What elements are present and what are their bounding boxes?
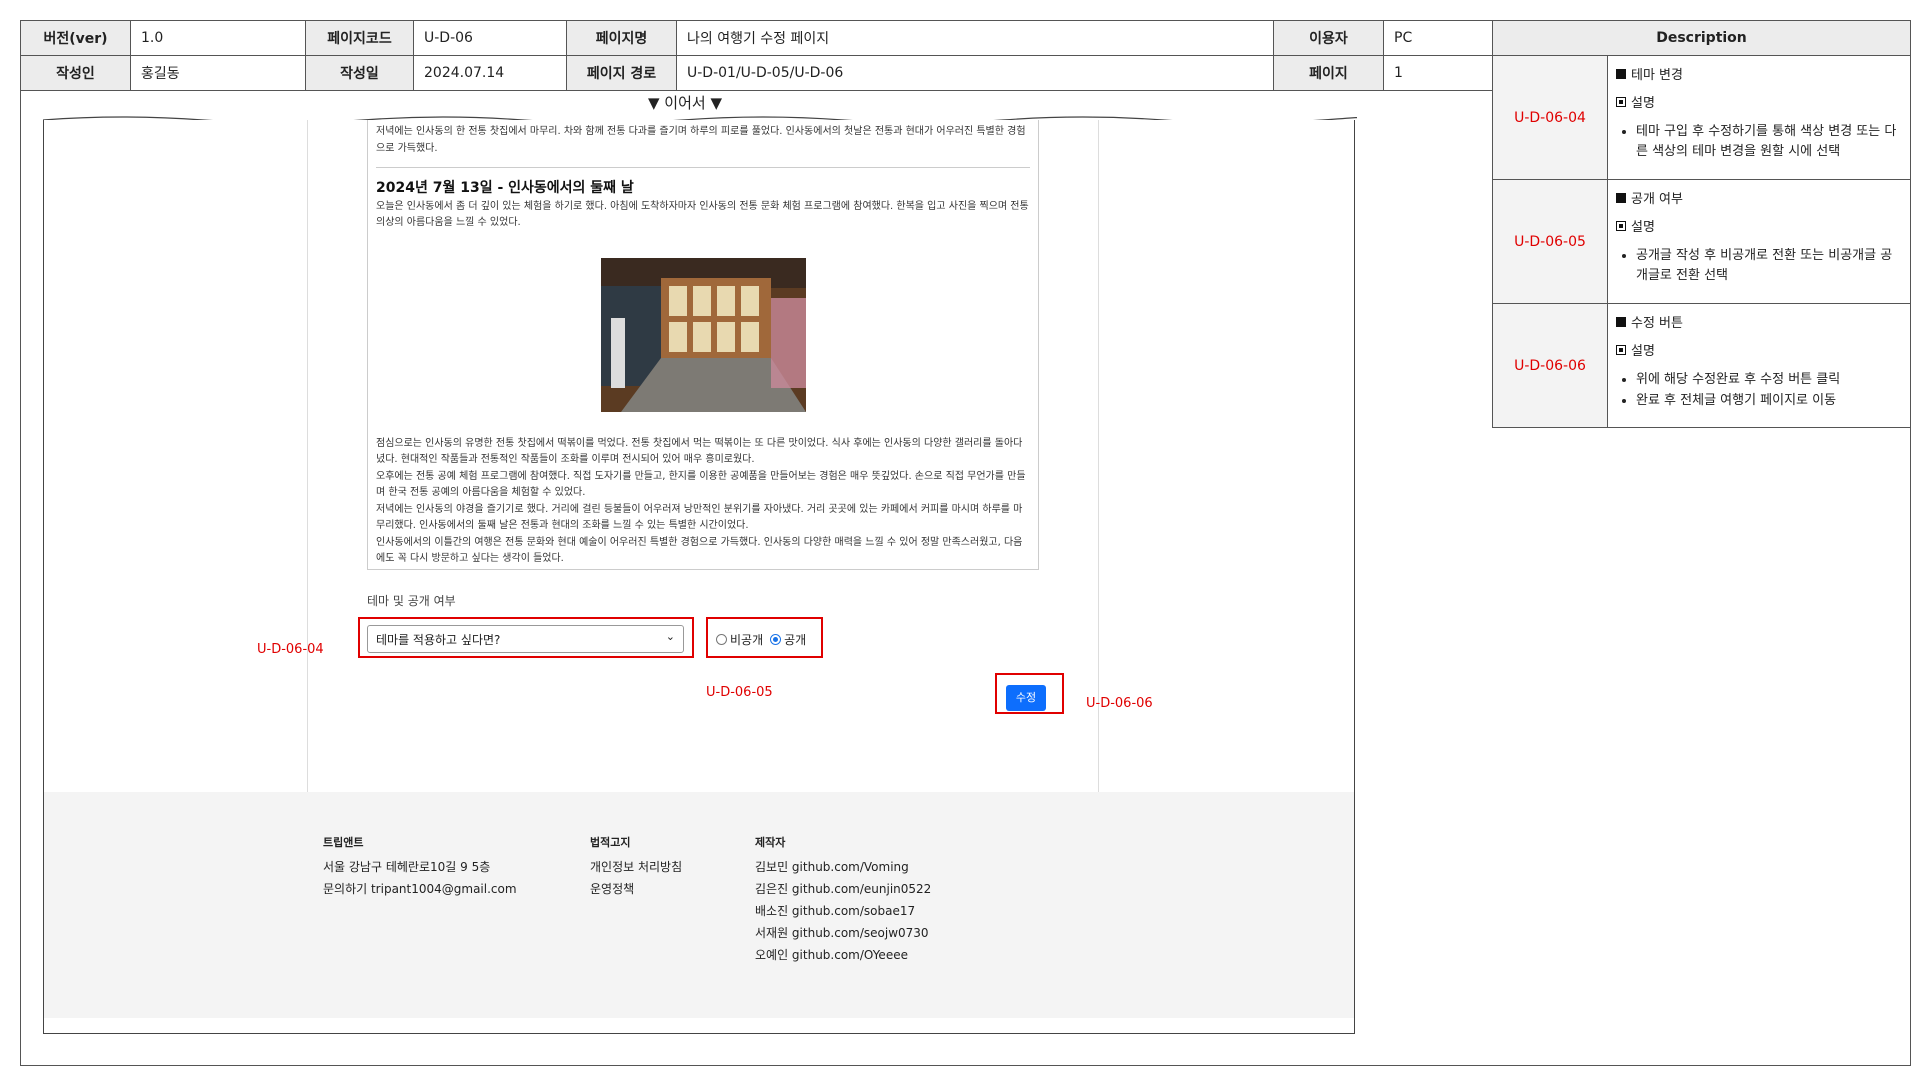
annotation-label-06: U-D-06-06 bbox=[1086, 696, 1153, 711]
insadong-photo bbox=[600, 257, 806, 412]
annotation-label-05: U-D-06-05 bbox=[706, 685, 773, 700]
footer-legal-title: 법적고지 bbox=[590, 836, 631, 849]
path-value: U-D-01/U-D-05/U-D-06 bbox=[676, 55, 1274, 91]
footer-address: 서울 강남구 테헤란로10길 9 5층 bbox=[323, 860, 491, 874]
footer-contact[interactable]: 문의하기 tripant1004@gmail.com bbox=[323, 878, 517, 900]
desc-id-06: U-D-06-06 bbox=[1492, 303, 1608, 428]
post-content: 저녁에는 인사동의 한 전통 찻집에서 마무리. 차와 함께 전통 다과를 즐기… bbox=[367, 120, 1039, 570]
maker-link[interactable]: 배소진 github.com/sobae17 bbox=[755, 900, 931, 922]
user-value: PC bbox=[1383, 20, 1493, 56]
checkbox-bullet-icon bbox=[1616, 97, 1626, 108]
maker-link[interactable]: 오예인 github.com/OYeeee bbox=[755, 944, 931, 966]
operation-policy-link[interactable]: 운영정책 bbox=[590, 878, 682, 900]
description-panel: Description U-D-06-04 테마 변경 설명 테마 구입 후 수… bbox=[1492, 20, 1911, 428]
footer-brand-title: 트립앤트 bbox=[323, 836, 364, 849]
footer-brand: 트립앤트 서울 강남구 테헤란로10길 9 5층 문의하기 tripant100… bbox=[323, 832, 517, 900]
desc-id-04: U-D-06-04 bbox=[1492, 55, 1608, 180]
day2-body: 오늘은 인사동에서 좀 더 깊이 있는 체험을 하기로 했다. 아침에 도착하자… bbox=[376, 200, 1029, 229]
page-screenshot: 저녁에는 인사동의 한 전통 찻집에서 마무리. 차와 함께 전통 다과를 즐기… bbox=[43, 120, 1355, 1034]
desc-heading: 테마 변경 bbox=[1631, 68, 1683, 83]
desc-bullet: 위에 해당 수정완료 후 수정 버튼 클릭 bbox=[1636, 370, 1902, 390]
page-code-key: 페이지코드 bbox=[305, 20, 414, 56]
desc-bullet: 테마 구입 후 수정하기를 통해 색상 변경 또는 다른 색상의 테마 변경을 … bbox=[1636, 122, 1902, 162]
page-code-value: U-D-06 bbox=[413, 20, 567, 56]
desc-bullet: 완료 후 전체글 여행기 페이지로 이동 bbox=[1636, 391, 1902, 411]
square-bullet-icon bbox=[1616, 193, 1626, 203]
maker-link[interactable]: 김은진 github.com/eunjin0522 bbox=[755, 878, 931, 900]
author-value: 홍길동 bbox=[130, 55, 306, 91]
desc-heading: 수정 버튼 bbox=[1631, 316, 1683, 331]
version-key: 버전(ver) bbox=[20, 20, 131, 56]
annotation-box-06 bbox=[995, 673, 1064, 714]
desc-sub: 설명 bbox=[1631, 344, 1655, 360]
user-key: 이용자 bbox=[1273, 20, 1384, 56]
desc-sub: 설명 bbox=[1631, 220, 1655, 236]
privacy-policy-link[interactable]: 개인정보 처리방침 bbox=[590, 856, 682, 878]
continue-marker: ▼ 이어서 ▼ bbox=[648, 94, 723, 112]
annotation-box-04 bbox=[358, 617, 694, 658]
paragraph: 오후에는 전통 공예 체험 프로그램에 참여했다. 직접 도자기를 만들고, 한… bbox=[376, 470, 1026, 499]
date-value: 2024.07.14 bbox=[413, 55, 567, 91]
footer-makers-title: 제작자 bbox=[755, 836, 786, 849]
desc-body-05: 공개 여부 설명 공개글 작성 후 비공개로 전환 또는 비공개글 공개글로 전… bbox=[1607, 179, 1911, 304]
desc-body-04: 테마 변경 설명 테마 구입 후 수정하기를 통해 색상 변경 또는 다른 색상… bbox=[1607, 55, 1911, 180]
spec-header-table: 버전(ver) 1.0 페이지코드 U-D-06 페이지명 나의 여행기 수정 … bbox=[20, 20, 1493, 91]
desc-bullet: 공개글 작성 후 비공개로 전환 또는 비공개글 공개글로 전환 선택 bbox=[1636, 246, 1902, 286]
version-value: 1.0 bbox=[130, 20, 306, 56]
maker-link[interactable]: 서재원 github.com/seojw0730 bbox=[755, 922, 931, 944]
day2-title: 2024년 7월 13일 - 인사동에서의 둘째 날 bbox=[376, 180, 634, 196]
checkbox-bullet-icon bbox=[1616, 345, 1626, 356]
footer-legal: 법적고지 개인정보 처리방침 운영정책 bbox=[590, 832, 682, 900]
page-value: 1 bbox=[1383, 55, 1493, 91]
annotation-label-04: U-D-06-04 bbox=[257, 642, 324, 657]
author-key: 작성인 bbox=[20, 55, 131, 91]
maker-link[interactable]: 김보민 github.com/Voming bbox=[755, 856, 931, 878]
path-key: 페이지 경로 bbox=[566, 55, 677, 91]
date-key: 작성일 bbox=[305, 55, 414, 91]
description-title: Description bbox=[1492, 20, 1911, 56]
desc-sub: 설명 bbox=[1631, 96, 1655, 112]
page-name-value: 나의 여행기 수정 페이지 bbox=[676, 20, 1274, 56]
checkbox-bullet-icon bbox=[1616, 221, 1626, 232]
square-bullet-icon bbox=[1616, 69, 1626, 79]
desc-body-06: 수정 버튼 설명 위에 해당 수정완료 후 수정 버튼 클릭 완료 후 전체글 … bbox=[1607, 303, 1911, 428]
paragraph: 점심으로는 인사동의 유명한 전통 찻집에서 떡볶이를 먹었다. 전통 찻집에서… bbox=[376, 437, 1023, 466]
square-bullet-icon bbox=[1616, 317, 1626, 327]
post-intro: 저녁에는 인사동의 한 전통 찻집에서 마무리. 차와 함께 전통 다과를 즐기… bbox=[376, 126, 1026, 154]
paragraph: 저녁에는 인사동의 야경을 즐기기로 했다. 거리에 걸린 등불들이 어우러져 … bbox=[376, 503, 1023, 532]
footer-makers: 제작자 김보민 github.com/Voming 김은진 github.com… bbox=[755, 832, 931, 966]
annotation-box-05 bbox=[706, 617, 823, 658]
desc-id-05: U-D-06-05 bbox=[1492, 179, 1608, 304]
desc-heading: 공개 여부 bbox=[1631, 192, 1683, 207]
page-name-key: 페이지명 bbox=[566, 20, 677, 56]
paragraph: 인사동에서의 이틀간의 여행은 전통 문화와 현대 예술이 어우러진 특별한 경… bbox=[376, 536, 1023, 565]
page-key: 페이지 bbox=[1273, 55, 1384, 91]
site-footer: 트립앤트 서울 강남구 테헤란로10길 9 5층 문의하기 tripant100… bbox=[44, 792, 1354, 1018]
divider bbox=[376, 167, 1030, 168]
theme-visibility-label: 테마 및 공개 여부 bbox=[367, 594, 456, 608]
